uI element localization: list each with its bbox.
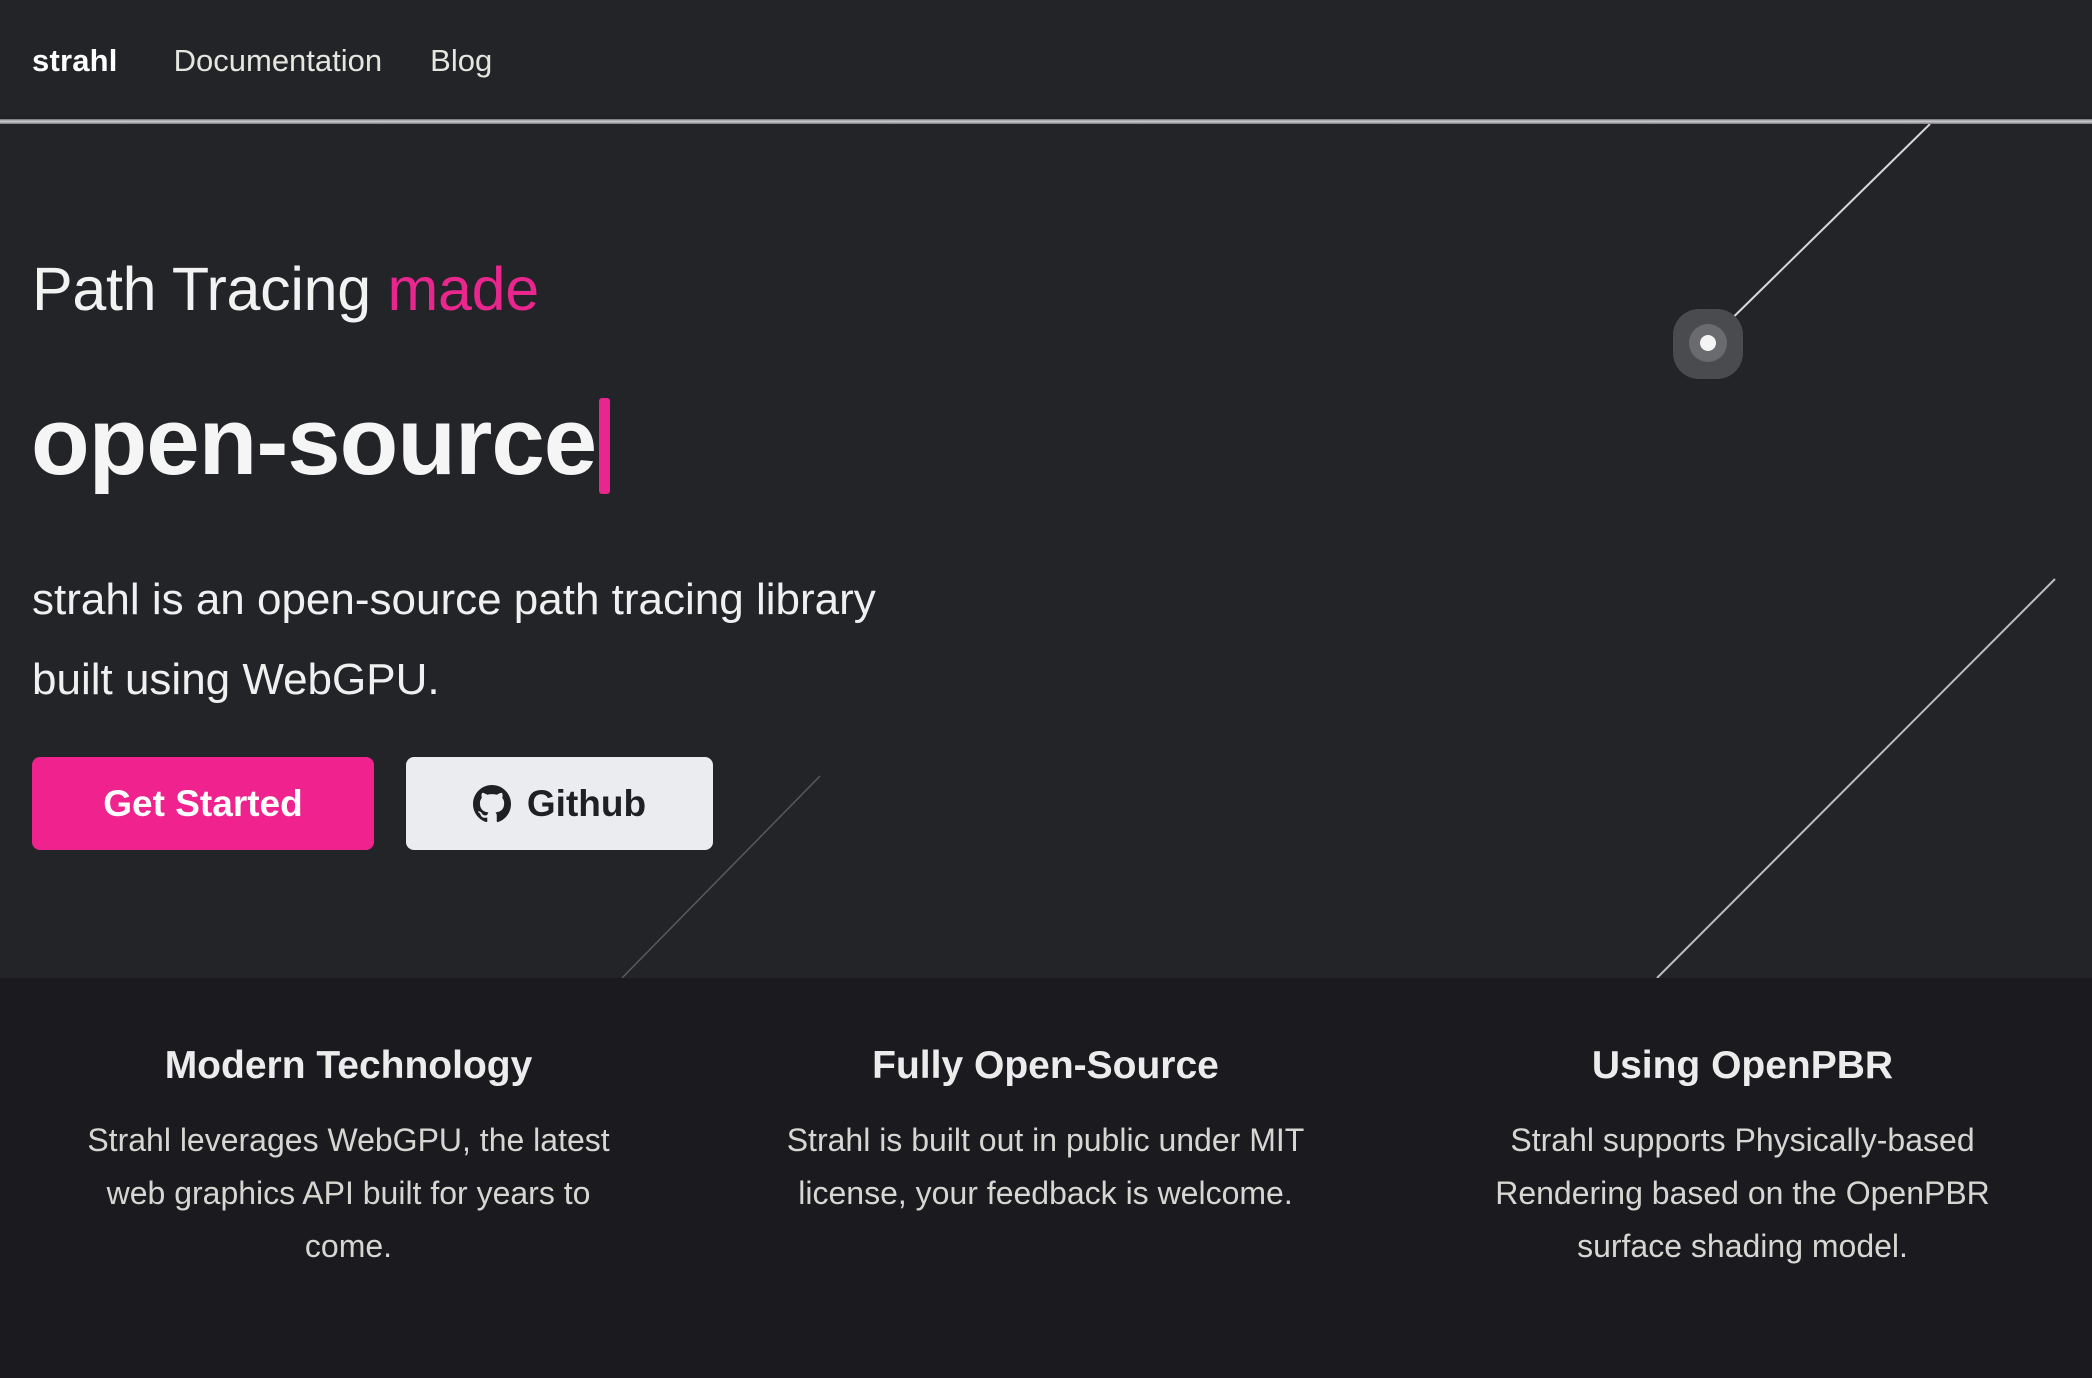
light-source-dot — [1700, 335, 1716, 351]
typed-word-text: open-source — [31, 388, 597, 495]
headline-accent: made — [387, 255, 540, 323]
nav-link-blog[interactable]: Blog — [430, 43, 492, 79]
feature-text: Strahl leverages WebGPU, the latest web … — [87, 1122, 610, 1264]
feature-title: Modern Technology — [164, 1044, 533, 1087]
github-icon — [472, 784, 511, 823]
light-ray-line-right — [1656, 578, 2056, 978]
brand-logo-link[interactable]: strahl — [32, 43, 118, 79]
typed-word: open-source — [31, 387, 611, 497]
features-section: Modern Technology Strahl leverages WebGP… — [0, 978, 2092, 1378]
light-ray-line-top — [1706, 124, 1931, 344]
feature-openpbr: Using OpenPBR Strahl supports Physically… — [1394, 978, 2091, 1378]
hero-headline: Path Tracing made — [32, 254, 539, 324]
feature-text: Strahl is built out in public under MIT … — [786, 1122, 1305, 1211]
hero-description: strahl is an open-source path tracing li… — [32, 575, 876, 704]
feature-open-source: Fully Open-Source Strahl is built out in… — [697, 978, 1394, 1378]
nav-link-documentation[interactable]: Documentation — [174, 43, 383, 79]
get-started-button[interactable]: Get Started — [32, 757, 374, 850]
github-button[interactable]: Github — [406, 757, 713, 850]
top-navigation: strahl Documentation Blog — [0, 0, 2092, 121]
feature-text: Strahl supports Physically-based Renderi… — [1495, 1122, 1990, 1264]
feature-modern-technology: Modern Technology Strahl leverages WebGP… — [0, 978, 697, 1378]
text-cursor — [599, 398, 611, 494]
github-button-label: Github — [526, 782, 647, 824]
feature-title: Fully Open-Source — [872, 1044, 1219, 1087]
headline-prefix: Path Tracing — [32, 255, 388, 323]
feature-title: Using OpenPBR — [1591, 1044, 1894, 1087]
hero-section: Path Tracing made open-source strahl is … — [0, 124, 2092, 978]
